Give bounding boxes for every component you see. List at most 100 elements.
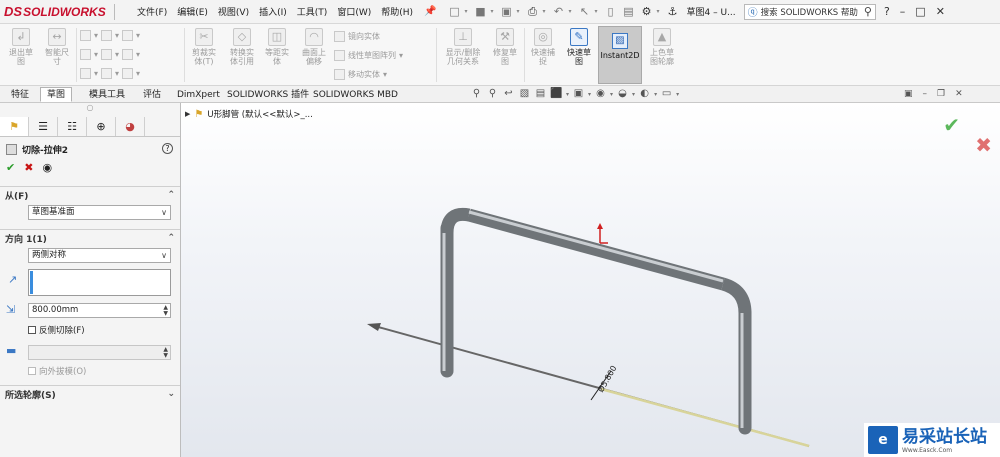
minimize-icon[interactable]: – — [900, 5, 906, 18]
exit-sketch-button[interactable]: ↲ 退出草 图 — [4, 28, 38, 66]
print-dropdown-icon[interactable]: ▾ — [543, 8, 549, 15]
appearance-dropdown-icon[interactable]: ▾ — [632, 91, 635, 98]
menu-edit[interactable]: 编辑(E) — [172, 5, 213, 18]
shaded-sketch-button[interactable]: ▲ 上色草 图轮廓 — [644, 28, 680, 66]
open-icon[interactable]: ■ — [473, 5, 489, 19]
menu-tools[interactable]: 工具(T) — [292, 5, 333, 18]
draft-angle-input[interactable]: ▲ ▼ — [28, 345, 171, 360]
ok-checkmark-icon[interactable]: ✔ — [6, 161, 15, 174]
display-relations-button[interactable]: ⊥ 显示/删除 几何关系 — [440, 28, 486, 66]
help-icon[interactable]: ? — [162, 143, 173, 154]
hide-show-items-icon[interactable]: ◉ — [594, 88, 607, 100]
options-dropdown-icon[interactable]: ▾ — [657, 8, 663, 15]
convert-entities-button[interactable]: ◇ 转换实 体引用 — [224, 28, 260, 66]
viewport-minimize-icon[interactable]: – — [923, 89, 928, 99]
depth-spinner-icon[interactable]: ▲ ▼ — [163, 305, 168, 317]
new-dropdown-icon[interactable]: ▾ — [465, 8, 471, 15]
close-icon[interactable]: ✕ — [936, 5, 945, 18]
solidworks-logo[interactable]: DS SOLIDWORKS — [0, 3, 128, 20]
trim-entities-button[interactable]: ✂ 剪裁实 体(T) — [186, 28, 222, 66]
viewport-close-icon[interactable]: ✕ — [955, 89, 963, 99]
from-section-header[interactable]: 从(F) ⌃ — [0, 187, 180, 203]
tab-solidworks-addins[interactable]: SOLIDWORKS 插件 — [220, 87, 316, 102]
menu-window[interactable]: 窗口(W) — [332, 5, 376, 18]
restore-icon[interactable]: □ — [915, 5, 925, 18]
display-style-icon[interactable]: ▣ — [572, 88, 585, 100]
zoom-to-fit-icon[interactable]: ⚲ — [470, 88, 483, 100]
open-dropdown-icon[interactable]: ▾ — [491, 8, 497, 15]
print-icon[interactable]: ⎙ — [525, 5, 541, 19]
tab-solidworks-mbd[interactable]: SOLIDWORKS MBD — [306, 87, 405, 102]
selected-contours-header[interactable]: 所选轮廓(S) ⌄ — [0, 386, 180, 402]
configuration-manager-tab-icon[interactable]: ☷ — [58, 117, 87, 136]
tab-mold-tools[interactable]: 模具工具 — [82, 87, 132, 102]
new-document-icon[interactable]: □ — [447, 5, 463, 19]
file-properties-icon[interactable]: ▤ — [621, 5, 637, 19]
anchor-icon[interactable]: ⚓ — [665, 5, 681, 19]
offset-entities-button[interactable]: ◫ 等距实 体 — [260, 28, 294, 66]
view-settings-dropdown-icon[interactable]: ▾ — [676, 91, 679, 98]
dimxpert-manager-tab-icon[interactable]: ⊕ — [87, 117, 116, 136]
graphics-area[interactable]: ▶ ⚑ U形脚管 (默认<<默认>_... Ø5.800 ✔ ✖ e 易采站长站… — [181, 103, 1000, 457]
help-search[interactable]: ⓠ 搜索 SOLIDWORKS 帮助 ⚲ — [743, 3, 876, 20]
direction-reference-selection-box[interactable] — [28, 269, 171, 296]
edit-appearance-icon[interactable]: ◒ — [616, 88, 629, 100]
undo-icon[interactable]: ↶ — [551, 5, 567, 19]
rapid-sketch-button[interactable]: ✎ 快速草 图 — [562, 28, 596, 66]
rectangle-tool[interactable]: ▾ ▾ ▾ — [80, 49, 140, 60]
cancel-x-icon[interactable]: ✖ — [24, 161, 33, 174]
section-view-icon[interactable]: ▧ — [518, 88, 531, 100]
hide-show-dropdown-icon[interactable]: ▾ — [610, 91, 613, 98]
depth-input[interactable]: 800.00mm ▲ ▼ — [28, 303, 171, 318]
menu-help[interactable]: 帮助(H) — [376, 5, 418, 18]
apply-scene-icon[interactable]: ◐ — [638, 88, 651, 100]
search-icon[interactable]: ⚲ — [864, 5, 872, 18]
tab-dimxpert[interactable]: DimXpert — [170, 87, 227, 102]
search-input[interactable]: 搜索 SOLIDWORKS 帮助 — [761, 6, 858, 18]
scene-dropdown-icon[interactable]: ▾ — [654, 91, 657, 98]
view-settings-icon[interactable]: ▭ — [660, 88, 673, 100]
slot-tool[interactable]: ▾ ▾ ▾ — [80, 68, 140, 79]
previous-view-icon[interactable]: ↩ — [502, 88, 515, 100]
pin-icon[interactable]: 📌 — [424, 6, 436, 17]
menu-file[interactable]: 文件(F) — [132, 5, 172, 18]
move-entities-button[interactable]: 移动实体 ▾ — [334, 69, 387, 80]
tab-features[interactable]: 特征 — [4, 87, 36, 102]
tab-evaluate[interactable]: 评估 — [136, 87, 168, 102]
viewport-restore-icon[interactable]: ❐ — [937, 89, 945, 99]
help-dropdown-icon[interactable]: ? — [884, 5, 890, 18]
end-condition-select[interactable]: 两侧对称 ∨ — [28, 248, 171, 263]
menu-view[interactable]: 视图(V) — [213, 5, 254, 18]
draft-on-off-icon[interactable]: ▬ — [6, 344, 16, 357]
confirmation-ok-icon[interactable]: ✔ — [943, 113, 960, 137]
quick-snaps-button[interactable]: ◎ 快速捕 捉 — [526, 28, 560, 66]
repair-sketch-button[interactable]: ⚒ 修复草 图 — [488, 28, 522, 66]
feature-manager-tab-icon[interactable]: ⚑ — [0, 117, 29, 136]
viewport-expand-icon[interactable]: ▣ — [904, 89, 913, 99]
display-manager-tab-icon[interactable]: ◕ — [116, 117, 145, 136]
linear-pattern-button[interactable]: 线性草图阵列 ▾ — [334, 50, 403, 61]
select-dropdown-icon[interactable]: ▾ — [595, 8, 601, 15]
dynamic-annotation-icon[interactable]: ▤ — [534, 88, 547, 100]
offset-on-surface-button[interactable]: ◠ 曲面上 偏移 — [296, 28, 332, 66]
undo-dropdown-icon[interactable]: ▾ — [569, 8, 575, 15]
direction1-section-header[interactable]: 方向 1(1) ⌃ — [0, 230, 180, 246]
zoom-to-area-icon[interactable]: ⚲ — [486, 88, 499, 100]
view-orientation-dropdown-icon[interactable]: ▾ — [566, 91, 569, 98]
save-icon[interactable]: ▣ — [499, 5, 515, 19]
save-dropdown-icon[interactable]: ▾ — [517, 8, 523, 15]
u-tube-model[interactable]: Ø5.800 — [181, 103, 1000, 457]
confirmation-cancel-icon[interactable]: ✖ — [975, 133, 992, 157]
detailed-preview-eye-icon[interactable]: ◉ — [42, 161, 52, 174]
line-tool[interactable]: ▾ ▾ ▾ — [80, 30, 140, 41]
panel-grip-icon[interactable]: ○ — [0, 103, 180, 117]
from-start-condition-select[interactable]: 草图基准面 ∨ — [28, 205, 171, 220]
view-orientation-icon[interactable]: ⬛ — [550, 88, 563, 100]
display-style-dropdown-icon[interactable]: ▾ — [588, 91, 591, 98]
smart-dimension-button[interactable]: ↔ 智能尺 寸 — [40, 28, 74, 66]
rebuild-icon[interactable]: ▯ — [603, 5, 619, 19]
mirror-entities-button[interactable]: 镜向实体 — [334, 31, 380, 42]
instant2d-button[interactable]: ▨ Instant2D — [598, 26, 642, 84]
options-gear-icon[interactable]: ⚙ — [639, 5, 655, 19]
draft-outward-checkbox[interactable]: 向外拔模(O) — [28, 365, 86, 377]
